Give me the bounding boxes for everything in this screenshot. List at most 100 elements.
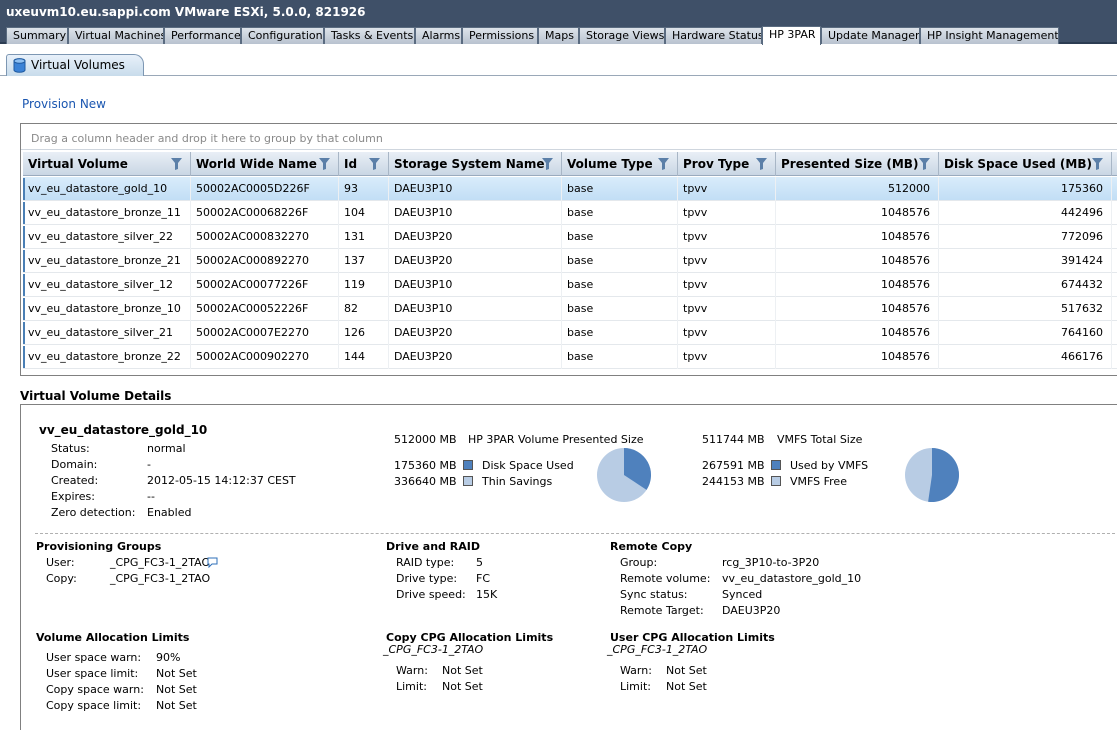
- tab-permissions[interactable]: Permissions: [462, 27, 538, 44]
- filter-icon[interactable]: [319, 158, 330, 170]
- table-row[interactable]: vv_eu_datastore_bronze_11 50002AC00068226…: [23, 201, 1117, 225]
- presented-size-value: 512000 MB: [394, 433, 457, 446]
- details-panel: vv_eu_datastore_gold_10 Status: normal D…: [20, 404, 1117, 730]
- tab-alarms[interactable]: Alarms: [415, 27, 462, 44]
- table-row[interactable]: vv_eu_datastore_silver_22 50002AC00083227…: [23, 225, 1117, 249]
- user-space-limit-value: Not Set: [156, 667, 197, 680]
- filter-icon[interactable]: [919, 158, 930, 170]
- created-label: Created:: [51, 474, 99, 487]
- tab-update-manager[interactable]: Update Manager: [821, 27, 920, 44]
- tab-configuration[interactable]: Configuration: [241, 27, 324, 44]
- table-cell: vv_eu_datastore_bronze_21: [23, 249, 191, 273]
- rc-group-value: rcg_3P10-to-3P20: [722, 556, 820, 569]
- table-cell: tpvv: [678, 201, 776, 225]
- table-cell: 50002AC0007E2270: [191, 321, 339, 345]
- table-cell: vv_eu_datastore_bronze_10: [23, 297, 191, 321]
- table-cell: tpvv: [678, 321, 776, 345]
- tab-strip: Summary Virtual Machines Performance Con…: [0, 24, 1117, 45]
- table-cell: 1048576: [776, 321, 939, 345]
- table-cell: 517632: [939, 297, 1112, 321]
- table-row[interactable]: vv_eu_datastore_bronze_21 50002AC00089227…: [23, 249, 1117, 273]
- provisioning-groups-heading: Provisioning Groups: [36, 540, 162, 553]
- expires-value: --: [147, 490, 155, 503]
- table-cell: 50002AC0005D226F: [191, 177, 339, 201]
- table-cell: DAEU3P20: [389, 345, 562, 369]
- vmfs-free-swatch: [771, 476, 781, 486]
- col-header-virtual-volume[interactable]: Virtual Volume: [23, 152, 191, 176]
- col-label: Storage System Name: [394, 157, 545, 171]
- table-row[interactable]: vv_eu_datastore_gold_10 50002AC0005D226F 9…: [23, 177, 1117, 201]
- table-cell: vv_eu_datastore_silver_12: [23, 273, 191, 297]
- group-by-hint[interactable]: Drag a column header and drop it here to…: [21, 124, 1117, 150]
- zero-detection-label: Zero detection:: [51, 506, 136, 519]
- thin-savings-value: 336640 MB: [394, 475, 457, 488]
- filter-icon[interactable]: [542, 158, 553, 170]
- table-cell: 93: [339, 177, 389, 201]
- table-cell: tpvv: [678, 345, 776, 369]
- user-space-warn-label: User space warn:: [46, 651, 142, 664]
- table-row[interactable]: vv_eu_datastore_silver_21 50002AC0007E227…: [23, 321, 1117, 345]
- subtab-virtual-volumes[interactable]: Virtual Volumes: [6, 54, 144, 76]
- disk-space-used-swatch: [463, 460, 473, 470]
- table-cell: base: [562, 321, 678, 345]
- table-row[interactable]: vv_eu_datastore_bronze_22 50002AC00090227…: [23, 345, 1117, 369]
- thin-savings-label: Thin Savings: [482, 475, 553, 488]
- col-header-world-wide-name[interactable]: World Wide Name: [191, 152, 339, 176]
- table-row[interactable]: vv_eu_datastore_bronze_10 50002AC00052226…: [23, 297, 1117, 321]
- table-row[interactable]: vv_eu_datastore_silver_12 50002AC00077226…: [23, 273, 1117, 297]
- table-cell: 1048576: [776, 297, 939, 321]
- tab-virtual-machines[interactable]: Virtual Machines: [68, 27, 164, 44]
- table-cell: 50002AC000832270: [191, 225, 339, 249]
- table-cell: tpvv: [678, 297, 776, 321]
- col-header-storage-system-name[interactable]: Storage System Name: [389, 152, 562, 176]
- tab-hp-3par[interactable]: HP 3PAR: [762, 26, 821, 45]
- presented-size-label: HP 3PAR Volume Presented Size: [468, 433, 644, 446]
- rc-sync-label: Sync status:: [620, 588, 688, 601]
- comment-icon[interactable]: [207, 557, 218, 568]
- copy-cpg-warn-label: Warn:: [396, 664, 428, 677]
- table-cell: tpvv: [678, 177, 776, 201]
- tab-summary[interactable]: Summary: [6, 27, 68, 44]
- table-cell: vv_eu_datastore_bronze_22: [23, 345, 191, 369]
- drive-type-label: Drive type:: [396, 572, 458, 585]
- table-cell: DAEU3P10: [389, 201, 562, 225]
- tab-hp-insight-management[interactable]: HP Insight Management: [920, 27, 1059, 44]
- table-cell: 1048576: [776, 201, 939, 225]
- virtual-volumes-grid: Drag a column header and drop it here to…: [20, 123, 1117, 376]
- rc-sync-value: Synced: [722, 588, 763, 601]
- copy-cpg-limit-label: Limit:: [396, 680, 427, 693]
- created-value: 2012-05-15 14:12:37 CEST: [147, 474, 296, 487]
- col-header-id[interactable]: Id: [339, 152, 389, 176]
- col-header-prov-type[interactable]: Prov Type: [678, 152, 776, 176]
- tab-performance[interactable]: Performance: [164, 27, 241, 44]
- rc-volume-label: Remote volume:: [620, 572, 711, 585]
- col-header-disk-space-used[interactable]: Disk Space Used (MB): [939, 152, 1112, 176]
- table-cell: 119: [339, 273, 389, 297]
- filter-icon[interactable]: [658, 158, 669, 170]
- col-header-volume-type[interactable]: Volume Type: [562, 152, 678, 176]
- table-cell: DAEU3P20: [389, 225, 562, 249]
- col-label: Volume Type: [567, 157, 653, 171]
- table-cell: vv_eu_datastore_silver_21: [23, 321, 191, 345]
- provision-new-link[interactable]: Provision New: [22, 97, 106, 111]
- tab-hardware-status[interactable]: Hardware Status: [665, 27, 762, 44]
- table-cell: DAEU3P10: [389, 273, 562, 297]
- table-cell: base: [562, 249, 678, 273]
- table-cell: base: [562, 177, 678, 201]
- table-cell: tpvv: [678, 225, 776, 249]
- table-cell: DAEU3P20: [389, 321, 562, 345]
- table-cell: tpvv: [678, 249, 776, 273]
- tab-maps[interactable]: Maps: [538, 27, 579, 44]
- tab-storage-views[interactable]: Storage Views: [579, 27, 665, 44]
- raid-type-value: 5: [476, 556, 483, 569]
- filter-icon[interactable]: [756, 158, 767, 170]
- user-cpg-name: _CPG_FC3-1_2TAO: [607, 643, 708, 656]
- tab-tasks-events[interactable]: Tasks & Events: [324, 27, 415, 44]
- table-cell: vv_eu_datastore_silver_22: [23, 225, 191, 249]
- filter-icon[interactable]: [171, 158, 182, 170]
- table-cell: DAEU3P10: [389, 297, 562, 321]
- filter-icon[interactable]: [369, 158, 380, 170]
- filter-icon[interactable]: [1092, 158, 1103, 170]
- col-header-presented-size[interactable]: Presented Size (MB): [776, 152, 939, 176]
- table-cell: 772096: [939, 225, 1112, 249]
